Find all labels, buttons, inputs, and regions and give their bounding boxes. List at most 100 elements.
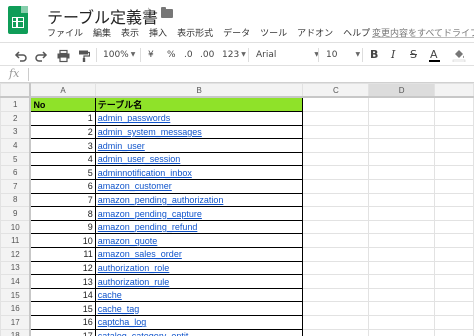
row-header[interactable]: 6 (0, 165, 32, 181)
cell-no[interactable]: 9 (29, 219, 96, 235)
cell-table-name-link[interactable]: admin_user (94, 138, 304, 153)
menu-data[interactable]: データ (223, 26, 260, 40)
cell[interactable] (302, 260, 370, 276)
menu-addons[interactable]: アドオン (297, 26, 343, 40)
cell[interactable] (434, 192, 474, 208)
cell[interactable] (302, 124, 370, 140)
row-header[interactable]: 5 (0, 151, 32, 167)
spreadsheet-grid[interactable]: A B C D 1 No テーブル名 2 1 admin_passwords 3 2 ad… (0, 83, 474, 336)
percent-format-button[interactable]: % (167, 48, 176, 62)
cell[interactable] (302, 138, 370, 153)
row-header[interactable]: 13 (0, 260, 32, 276)
cell[interactable] (302, 165, 370, 181)
cell-table-name-link[interactable]: adminnotification_inbox (94, 165, 304, 181)
cell[interactable] (302, 192, 370, 208)
cell[interactable] (434, 315, 474, 330)
column-header-d[interactable]: D (368, 83, 436, 99)
cell[interactable] (302, 111, 370, 126)
cell-table-name-link[interactable]: catalog_category_entit (94, 328, 304, 336)
column-header-a[interactable]: A (29, 83, 96, 99)
select-all-corner[interactable] (0, 83, 32, 99)
menu-format[interactable]: 表示形式 (177, 26, 223, 40)
column-header-c[interactable]: C (302, 83, 370, 99)
cell[interactable] (302, 233, 370, 249)
cell-no[interactable]: 3 (29, 138, 96, 153)
cell[interactable] (302, 96, 370, 113)
undo-icon[interactable] (14, 49, 27, 63)
cell-table-name-link[interactable]: admin_user_session (94, 151, 304, 167)
column-header-e[interactable] (434, 83, 474, 99)
cell-no[interactable]: 2 (29, 124, 96, 140)
cell[interactable] (434, 287, 474, 303)
row-header[interactable]: 4 (0, 138, 32, 153)
folder-icon[interactable] (161, 7, 173, 18)
cell-table-name-link[interactable]: authorization_role (94, 260, 304, 276)
cell-table-name-link[interactable]: amazon_customer (94, 179, 304, 194)
strikethrough-button[interactable]: S (410, 48, 417, 62)
cell[interactable] (368, 328, 436, 336)
cell-no[interactable]: 17 (29, 328, 96, 336)
cell[interactable] (434, 179, 474, 194)
cell[interactable] (302, 274, 370, 289)
cell[interactable] (368, 96, 436, 113)
cell-no[interactable]: 13 (29, 274, 96, 289)
row-header[interactable]: 17 (0, 315, 32, 330)
star-icon[interactable]: ☆ (142, 4, 155, 22)
cell[interactable] (368, 151, 436, 167)
menu-tools[interactable]: ツール (260, 26, 297, 40)
row-header[interactable]: 12 (0, 247, 32, 262)
row-header[interactable]: 16 (0, 301, 32, 316)
cell[interactable] (434, 247, 474, 262)
paint-format-icon[interactable] (78, 49, 90, 63)
cell[interactable] (434, 301, 474, 316)
menu-edit[interactable]: 編集 (93, 26, 121, 40)
print-icon[interactable] (57, 49, 70, 63)
row-header[interactable]: 11 (0, 233, 32, 249)
cell-table-name-link[interactable]: amazon_pending_authorization (94, 192, 304, 208)
menu-insert[interactable]: 挿入 (149, 26, 177, 40)
cell[interactable] (368, 260, 436, 276)
row-header[interactable]: 7 (0, 179, 32, 194)
cell[interactable] (368, 165, 436, 181)
row-header[interactable]: 15 (0, 287, 32, 303)
cell[interactable] (434, 151, 474, 167)
decrease-decimal-button[interactable]: .0 (184, 48, 193, 62)
cell[interactable] (434, 233, 474, 249)
fill-color-icon[interactable] (452, 48, 466, 62)
cell[interactable] (368, 315, 436, 330)
menu-file[interactable]: ファイル (47, 26, 93, 40)
cell-table-name-link[interactable]: captcha_log (94, 315, 304, 330)
font-family-select[interactable]: Arial ▼ (256, 48, 319, 62)
row-header[interactable]: 10 (0, 219, 32, 235)
cell[interactable] (368, 179, 436, 194)
cell-no[interactable]: 11 (29, 247, 96, 262)
cell-no[interactable]: 4 (29, 151, 96, 167)
cell[interactable] (434, 206, 474, 221)
cell-no[interactable]: 10 (29, 233, 96, 249)
cell[interactable] (368, 138, 436, 153)
header-cell-no[interactable]: No (29, 96, 96, 113)
cell[interactable] (368, 192, 436, 208)
row-header[interactable]: 8 (0, 192, 32, 208)
bold-button[interactable]: B (370, 48, 378, 62)
row-header[interactable]: 9 (0, 206, 32, 221)
save-status-link[interactable]: 変更内容をすべてドライブ (372, 26, 474, 39)
cell-no[interactable]: 1 (29, 111, 96, 126)
cell-no[interactable]: 12 (29, 260, 96, 276)
cell-table-name-link[interactable]: amazon_pending_capture (94, 206, 304, 221)
cell[interactable] (434, 124, 474, 140)
cell[interactable] (368, 274, 436, 289)
row-header[interactable]: 14 (0, 274, 32, 289)
cell-no[interactable]: 5 (29, 165, 96, 181)
cell[interactable] (368, 206, 436, 221)
cell[interactable] (302, 206, 370, 221)
sheets-logo-icon[interactable] (8, 6, 28, 34)
cell[interactable] (434, 328, 474, 336)
cell[interactable] (302, 301, 370, 316)
cell[interactable] (434, 219, 474, 235)
cell[interactable] (368, 247, 436, 262)
cell-table-name-link[interactable]: authorization_rule (94, 274, 304, 289)
redo-icon[interactable] (35, 49, 48, 63)
cell-no[interactable]: 15 (29, 301, 96, 316)
cell-table-name-link[interactable]: amazon_sales_order (94, 247, 304, 262)
